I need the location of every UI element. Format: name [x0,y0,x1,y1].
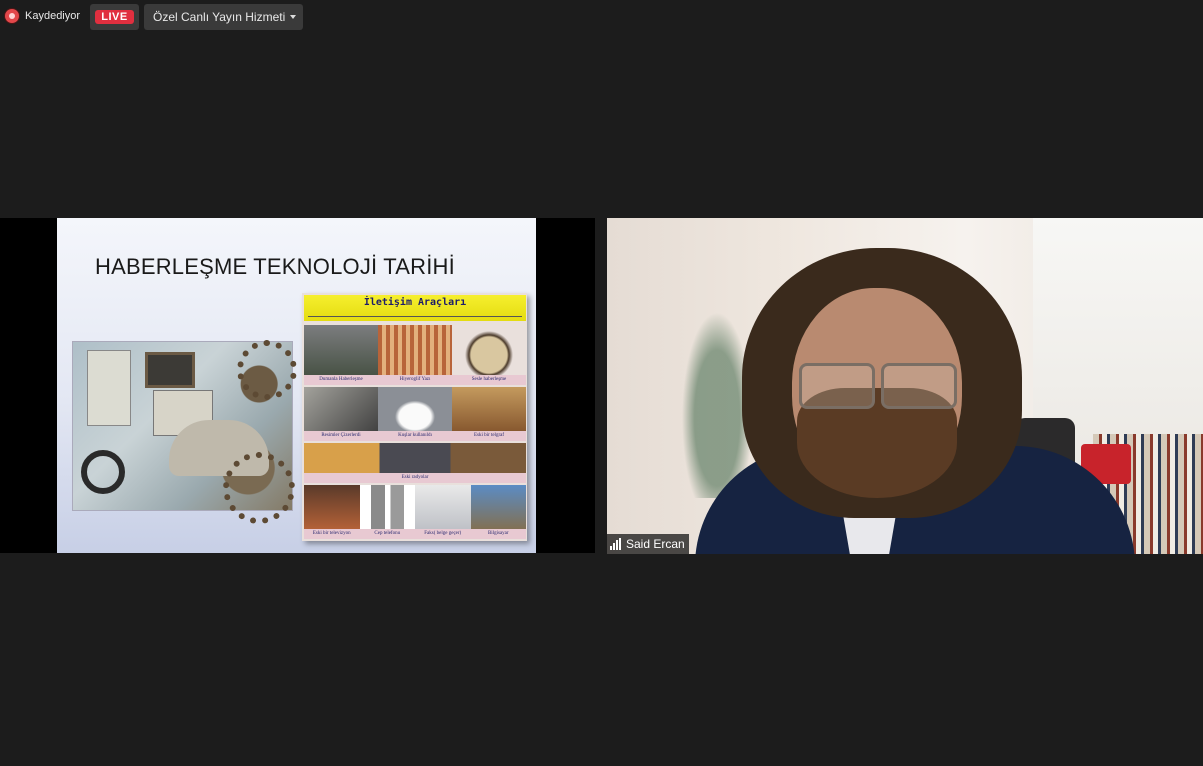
panel-cell: Eski radyolar [304,443,526,483]
live-label: LIVE [95,10,134,24]
cell-caption: Bilgisayar [470,529,526,539]
panel-cell: Cep telefonu [359,485,415,539]
participant-name: Said Ercan [626,537,685,551]
live-badge[interactable]: LIVE [90,4,139,30]
slide-title: HABERLEŞME TEKNOLOJİ TARİHİ [95,254,455,279]
panel-row-4: Eski bir televizyon Cep telefonu Faks( b… [304,485,526,539]
panel-title: İletişim Araçları [363,297,467,308]
panel-cell: Sesle haberleşme [452,325,526,385]
cell-caption: Sesle haberleşme [452,375,526,385]
communication-tools-panel: İletişim Araçları Dumanla Haberleşme Hiy… [302,293,527,541]
panel-row-1: Dumanla Haberleşme Hiyeroglif Yazı Sesle… [304,325,526,385]
panel-cell: Kuşlar kullanıldı [378,387,452,441]
live-stream-service-dropdown[interactable]: Özel Canlı Yayın Hizmeti [144,4,303,30]
cell-caption: Faks( belge geçer) [415,529,471,539]
cell-caption: Cep telefonu [359,529,415,539]
cell-caption: Dumanla Haberleşme [304,375,378,385]
presentation-slide: HABERLEŞME TEKNOLOJİ TARİHİ İletişim Ara… [57,218,536,553]
panel-row-2: Resimler Çizerlerdi Kuşlar kullanıldı Es… [304,387,526,441]
cell-caption: Kuşlar kullanıldı [378,431,452,441]
panel-cell: Hiyeroglif Yazı [378,325,452,385]
panel-cell: Faks( belge geçer) [415,485,471,539]
panel-cell: Resimler Çizerlerdi [304,387,378,441]
technology-collage-image [72,340,297,524]
panel-row-3: Eski radyolar [304,443,526,483]
panel-cell: Eski bir televizyon [304,485,360,539]
cell-caption: Eski radyolar [304,473,526,483]
record-icon [5,9,19,23]
connection-signal-icon [610,538,621,550]
participant-glasses [797,363,957,409]
stream-service-label: Özel Canlı Yayın Hizmeti [153,10,286,24]
cell-caption: Eski bir televizyon [304,529,360,539]
panel-cell: Dumanla Haberleşme [304,325,378,385]
panel-cell: Eski bir telgraf [452,387,526,441]
panel-cell: Bilgisayar [470,485,526,539]
meeting-top-bar: Kaydediyor LIVE Özel Canlı Yayın Hizmeti [0,0,1203,34]
cell-caption: Eski bir telgraf [452,431,526,441]
recording-indicator[interactable]: Kaydediyor [5,9,80,23]
chevron-down-icon [290,15,296,19]
panel-header: İletişim Araçları [304,295,526,321]
participant-name-plate: Said Ercan [607,534,689,554]
cell-caption: Hiyeroglif Yazı [378,375,452,385]
cell-caption: Resimler Çizerlerdi [304,431,378,441]
screen-share-tile[interactable]: HABERLEŞME TEKNOLOJİ TARİHİ İletişim Ara… [0,218,595,553]
participant-video-tile[interactable]: Said Ercan [607,218,1203,554]
recording-label: Kaydediyor [25,10,81,22]
